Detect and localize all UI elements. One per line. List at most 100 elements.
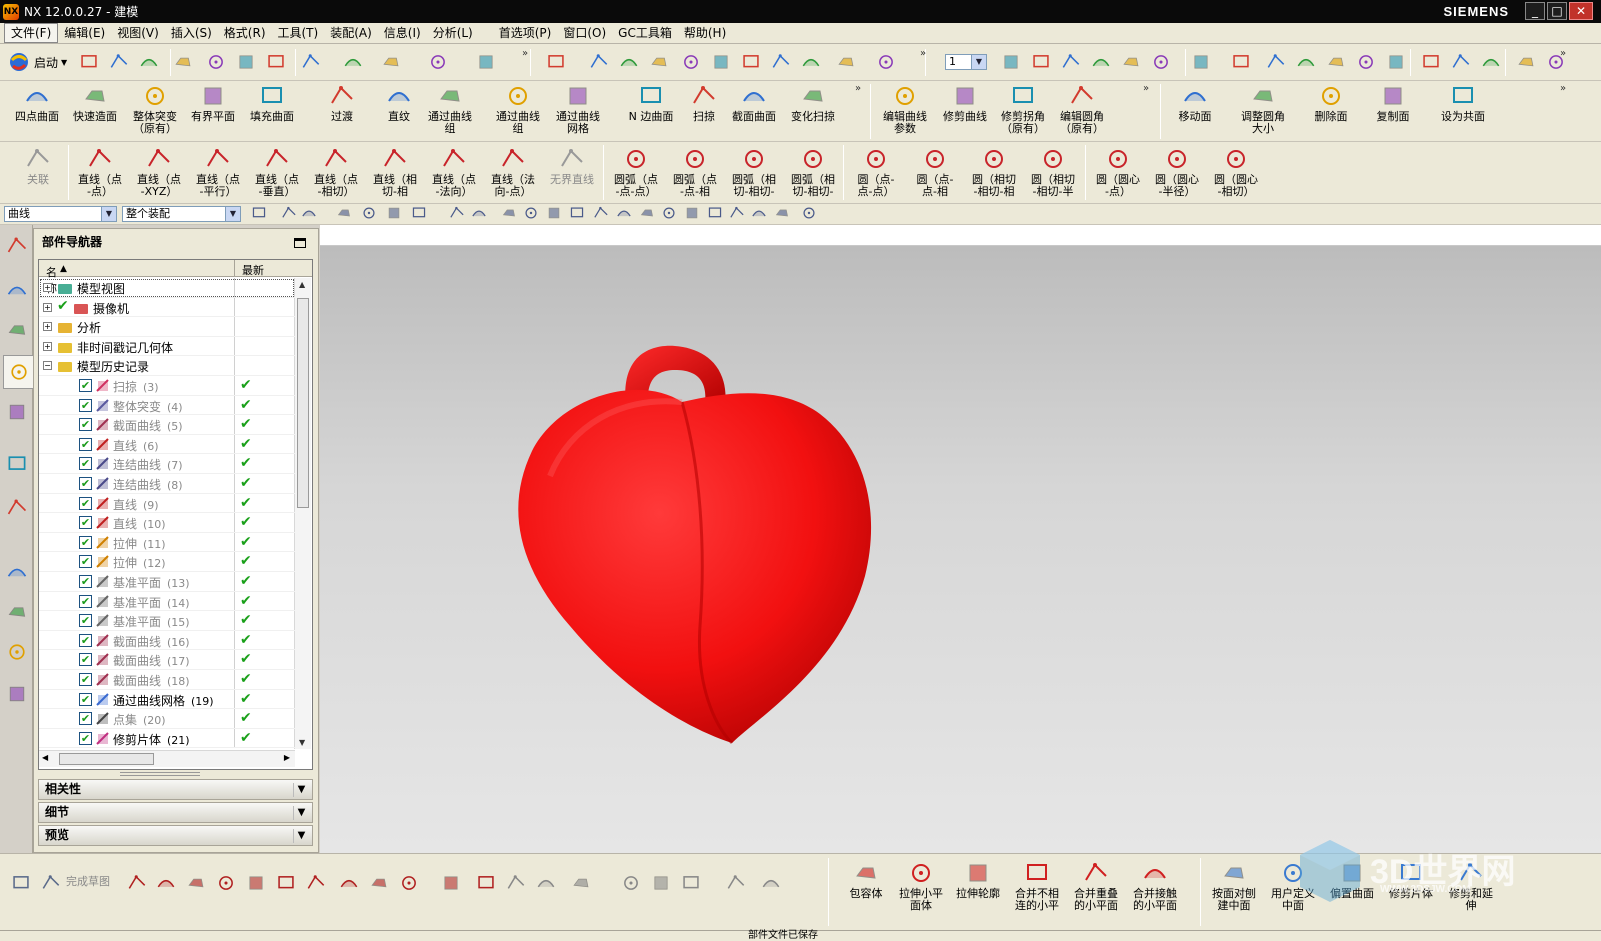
sketch-tool-icon[interactable] [440, 872, 462, 894]
curve-tool-9[interactable]: 无界直线 [544, 146, 600, 186]
minimize-button[interactable]: _ [1525, 2, 1545, 20]
sketch-tool-icon[interactable] [275, 872, 297, 894]
sketch-tool-icon[interactable] [620, 872, 642, 894]
sketch-tool-icon[interactable] [650, 872, 672, 894]
rotate-icon[interactable] [710, 51, 732, 73]
expand-icon[interactable]: + [43, 302, 52, 312]
render-icon[interactable] [800, 51, 822, 73]
zoom-icon[interactable] [648, 51, 670, 73]
curve-tool-1[interactable]: 直线（点 -点） [72, 146, 128, 198]
visible-checkbox[interactable]: ✔ [79, 653, 92, 667]
redo-icon[interactable] [342, 51, 364, 73]
sketch-tool-icon[interactable] [725, 872, 747, 894]
curve-tool-11[interactable]: 圆弧（点 -点-相 [667, 146, 723, 198]
feature-row[interactable]: ✔ 截面曲线 (16) ✔ [39, 631, 295, 651]
shading-icon[interactable] [835, 51, 857, 73]
expand-icon[interactable]: + [43, 341, 52, 351]
manufacturing-wizard-icon[interactable] [4, 635, 30, 669]
curve-tool-3[interactable]: 直线（点 -平行） [190, 146, 246, 198]
visible-checkbox[interactable]: ✔ [79, 418, 92, 432]
cut-icon[interactable] [172, 51, 194, 73]
selection-tool-icon[interactable] [410, 204, 428, 222]
selection-tool-icon[interactable] [280, 204, 298, 222]
undo-icon[interactable] [300, 51, 322, 73]
fit-icon[interactable] [545, 51, 567, 73]
selection-tool-icon[interactable] [385, 204, 403, 222]
curve-tool-12[interactable]: 圆弧（相 切-相切- [726, 146, 782, 198]
color-icon[interactable] [427, 51, 449, 73]
zoom-window-icon[interactable] [588, 51, 610, 73]
surface-tool-13[interactable]: 变化扫掠 [786, 83, 840, 123]
tree-row[interactable]: + 分析 [39, 317, 295, 337]
process-studio-icon[interactable] [4, 595, 30, 629]
axis-icon[interactable] [1265, 51, 1287, 73]
scroll-left-icon[interactable]: ◀ [42, 753, 48, 762]
menu-item[interactable]: 工具(T) [272, 24, 325, 42]
hd3d-tools-icon[interactable] [4, 447, 30, 481]
orient-icon[interactable] [740, 51, 762, 73]
curve-tool-8[interactable]: 直线（法 向-点） [485, 146, 541, 198]
copy-icon[interactable] [205, 51, 227, 73]
selection-tool-icon[interactable] [522, 204, 540, 222]
axis-2-icon[interactable] [1295, 51, 1317, 73]
visible-checkbox[interactable]: ✔ [79, 379, 92, 392]
bottom-tool-3[interactable]: 合并不相 连的小平 [1009, 860, 1065, 912]
visible-checkbox[interactable]: ✔ [79, 712, 92, 726]
chevron-down-icon[interactable]: ▼ [293, 783, 309, 797]
start-button[interactable]: 启动 ▼ [8, 51, 68, 73]
views-icon[interactable] [618, 51, 640, 73]
curve-tool-16[interactable]: 圆（相切 -相切-相 [966, 146, 1022, 198]
sketch-tool-icon[interactable] [245, 872, 267, 894]
overflow-chevron-icon[interactable]: » [522, 48, 528, 59]
visible-checkbox[interactable]: ✔ [79, 516, 92, 530]
close-button[interactable]: ✕ [1569, 2, 1593, 20]
select-icon[interactable] [1515, 51, 1537, 73]
new-icon[interactable] [78, 51, 100, 73]
curve-tool-0[interactable]: 关联 [10, 146, 66, 186]
sketch-tool-icon[interactable] [155, 872, 177, 894]
visible-checkbox[interactable]: ✔ [79, 555, 92, 569]
menu-item[interactable]: 格式(R) [218, 24, 272, 42]
panel-1[interactable]: 细节 ▼ [38, 802, 313, 823]
sketch-tool-icon[interactable] [185, 872, 207, 894]
selection-tool-icon[interactable] [568, 204, 586, 222]
bottom-tool-2[interactable]: 拉伸轮廓 [950, 860, 1006, 900]
part-navigator-icon[interactable] [3, 355, 33, 389]
feature-row[interactable]: ✔ 截面曲线 (18) ✔ [39, 670, 295, 690]
sketch-tool-icon[interactable] [505, 872, 527, 894]
curve-tool-18[interactable]: 圆（圆心 -点） [1090, 146, 1146, 198]
surface-tool-14[interactable]: 编辑曲线 参数 [878, 83, 932, 135]
constraint-navigator-icon[interactable] [4, 313, 30, 347]
surface-tool-0[interactable]: 四点曲面 [10, 83, 64, 123]
panel-0[interactable]: 相关性 ▼ [38, 779, 313, 800]
sketch-tool-icon[interactable] [475, 872, 497, 894]
selection-tool-icon[interactable] [250, 204, 268, 222]
heart-pendant-model[interactable] [320, 246, 1601, 853]
feature-row[interactable]: ✔ 直线 (6) ✔ [39, 435, 295, 455]
save-icon[interactable] [138, 51, 160, 73]
overflow-chevron-icon[interactable]: » [1143, 83, 1149, 94]
surface-tool-1[interactable]: 快速造面 [68, 83, 122, 123]
surface-tool-4[interactable]: 填充曲面 [245, 83, 299, 123]
info-icon[interactable] [475, 51, 497, 73]
menu-item[interactable]: GC工具箱 [612, 24, 678, 42]
paste-icon[interactable] [235, 51, 257, 73]
overflow-chevron-icon[interactable]: » [855, 83, 861, 94]
curve-tool-2[interactable]: 直线（点 -XYZ） [131, 146, 187, 198]
sketch-tool-icon[interactable] [338, 872, 360, 894]
surface-tool-21[interactable]: 复制面 [1366, 83, 1420, 123]
tree-row[interactable]: + 非时间戳记几何体 [39, 337, 295, 357]
curve-tool-5[interactable]: 直线（点 -相切） [308, 146, 364, 198]
collapse-icon[interactable]: − [43, 361, 52, 371]
measure-icon[interactable] [1420, 51, 1442, 73]
curve-tool-10[interactable]: 圆弧（点 -点-点） [608, 146, 664, 198]
feature-row[interactable]: ✔ 截面曲线 (17) ✔ [39, 650, 295, 670]
sketch-tool-icon[interactable] [126, 872, 148, 894]
web-browser-icon[interactable] [4, 491, 30, 525]
delete-icon[interactable] [265, 51, 287, 73]
tree-row[interactable]: − 模型历史记录 [39, 356, 295, 376]
selection-tool-icon[interactable] [773, 204, 791, 222]
menu-item[interactable]: 编辑(E) [58, 24, 111, 42]
menu-item[interactable]: 插入(S) [165, 24, 218, 42]
axis-5-icon[interactable] [1385, 51, 1407, 73]
